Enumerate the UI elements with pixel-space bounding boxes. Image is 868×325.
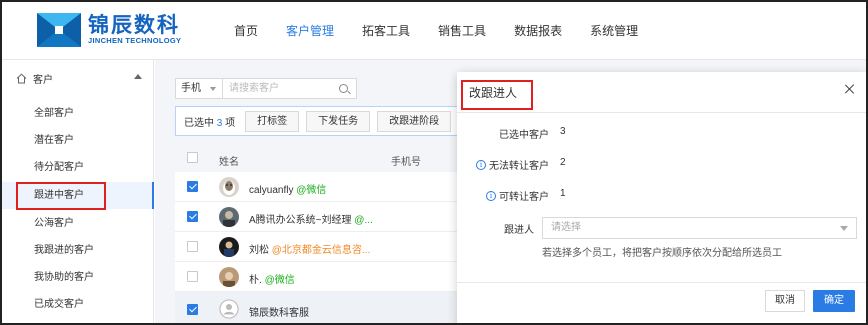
logo-mark-icon xyxy=(36,12,82,48)
top-header: 锦辰数科 JINCHEN TECHNOLOGY 首页 客户管理 拓客工具 销售工… xyxy=(2,2,866,60)
sidebar-item-my-assisted[interactable]: 我协助的客户 xyxy=(2,264,154,291)
confirm-button[interactable]: 确定 xyxy=(813,290,855,312)
main-nav: 首页 客户管理 拓客工具 销售工具 数据报表 系统管理 xyxy=(234,2,666,60)
info-icon[interactable]: i xyxy=(486,190,496,201)
search-icon[interactable] xyxy=(339,84,348,93)
dialog-footer-divider xyxy=(457,282,866,283)
brand-logo[interactable]: 锦辰数科 JINCHEN TECHNOLOGY xyxy=(36,12,181,48)
non-transferable-row: i 无法转让客户 2 xyxy=(457,157,866,172)
assignee-select[interactable]: 请选择 xyxy=(542,217,857,239)
row-checkbox[interactable] xyxy=(187,211,198,222)
transferable-value: 1 xyxy=(560,188,566,199)
change-stage-button[interactable]: 改跟进阶段 xyxy=(377,110,452,132)
change-follower-dialog: 改跟进人 已选中客户 3 i 无法转让客户 2 i 可转让客户 1 跟进人 请选… xyxy=(457,72,866,323)
avatar xyxy=(219,299,239,319)
customer-source-tag: @微信 xyxy=(264,275,295,286)
close-icon[interactable] xyxy=(845,84,855,94)
selected-customers-value: 3 xyxy=(560,126,566,137)
transferable-label-text: 可转让客户 xyxy=(499,192,549,203)
non-transferable-label: i 无法转让客户 xyxy=(476,157,549,172)
chevron-down-icon xyxy=(840,226,848,231)
nav-item-prospecting-tools[interactable]: 拓客工具 xyxy=(362,2,410,60)
avatar xyxy=(219,207,239,227)
nav-item-reports[interactable]: 数据报表 xyxy=(514,2,562,60)
selected-suffix: 项 xyxy=(225,117,236,129)
customer-name-text: calyuanfly xyxy=(249,185,294,196)
highlight-box xyxy=(16,182,106,210)
assignee-hint: 若选择多个员工，将把客户按顺序依次分配给所选员工 xyxy=(542,248,782,259)
chevron-down-icon xyxy=(210,87,216,91)
tag-button[interactable]: 打标签 xyxy=(245,110,300,132)
app-window: 锦辰数科 JINCHEN TECHNOLOGY 首页 客户管理 拓客工具 销售工… xyxy=(0,0,868,325)
sidebar-section-customers[interactable]: 客户 xyxy=(2,60,154,96)
brand-name: 锦辰数科 xyxy=(88,13,180,37)
customer-company-tag: @北京都金云信息咨... xyxy=(271,245,371,256)
transferable-row: i 可转让客户 1 xyxy=(457,188,866,203)
row-checkbox[interactable] xyxy=(187,304,198,315)
selected-customers-label: 已选中客户 xyxy=(499,130,549,141)
customer-source-tag: @... xyxy=(354,215,373,226)
info-icon[interactable]: i xyxy=(476,159,486,170)
nav-item-sales-tools[interactable]: 销售工具 xyxy=(438,2,486,60)
customer-name: 朴. @微信 xyxy=(249,271,295,286)
sidebar-item-all-customers[interactable]: 全部客户 xyxy=(2,100,154,127)
search-placeholder: 请搜索客户 xyxy=(229,83,279,94)
highlight-box xyxy=(461,80,533,110)
assignee-label: 跟进人 xyxy=(504,225,534,236)
non-transferable-label-text: 无法转让客户 xyxy=(489,161,549,172)
customer-name: 刘松 @北京都金云信息咨... xyxy=(249,241,370,256)
sidebar: 客户 全部客户 潜在客户 待分配客户 跟进中客户 公海客户 我跟进的客户 我协助… xyxy=(2,60,154,323)
search-field-value: 手机 xyxy=(181,83,201,94)
customer-name-text: 刘松 xyxy=(249,245,269,256)
collapse-caret-icon[interactable] xyxy=(134,74,142,79)
customer-source-tag: @微信 xyxy=(296,185,327,196)
sidebar-section-label: 客户 xyxy=(33,74,53,86)
selected-count: 3 xyxy=(216,117,223,129)
column-header-phone: 手机号 xyxy=(391,157,421,168)
row-checkbox[interactable] xyxy=(187,181,198,192)
filter-bar: 手机 请搜索客户 xyxy=(175,78,357,99)
sidebar-item-unassigned-customers[interactable]: 待分配客户 xyxy=(2,154,154,181)
row-checkbox[interactable] xyxy=(187,271,198,282)
non-transferable-value: 2 xyxy=(560,157,566,168)
sidebar-item-public-pool[interactable]: 公海客户 xyxy=(2,210,154,237)
selected-prefix: 已选中 xyxy=(184,117,214,129)
nav-item-home[interactable]: 首页 xyxy=(234,2,258,60)
customer-name: 锦辰数科客服 xyxy=(249,308,309,319)
cancel-button[interactable]: 取消 xyxy=(765,290,805,312)
brand-subtitle: JINCHEN TECHNOLOGY xyxy=(88,36,182,45)
assignee-placeholder: 请选择 xyxy=(551,222,581,233)
column-header-name: 姓名 xyxy=(219,157,239,168)
sidebar-item-potential-customers[interactable]: 潜在客户 xyxy=(2,127,154,154)
search-field-select[interactable]: 手机 xyxy=(175,78,223,99)
selected-count-text: 已选中 3 项 xyxy=(184,114,235,129)
sidebar-item-closed-deals[interactable]: 已成交客户 xyxy=(2,291,154,318)
avatar xyxy=(219,267,239,287)
avatar xyxy=(219,237,239,257)
customer-name: calyuanfly @微信 xyxy=(249,181,326,196)
customer-name-text: A腾讯办公系统~刘经理 xyxy=(249,215,352,226)
search-input[interactable]: 请搜索客户 xyxy=(223,78,357,99)
nav-item-system-management[interactable]: 系统管理 xyxy=(590,2,638,60)
dialog-divider xyxy=(457,112,866,113)
row-checkbox[interactable] xyxy=(187,241,198,252)
avatar xyxy=(219,177,239,197)
home-icon xyxy=(16,73,27,83)
assign-task-button[interactable]: 下发任务 xyxy=(306,110,371,132)
nav-item-customer-management[interactable]: 客户管理 xyxy=(286,2,334,60)
sidebar-item-my-following[interactable]: 我跟进的客户 xyxy=(2,237,154,264)
select-all-checkbox[interactable] xyxy=(187,152,198,163)
selected-customers-row: 已选中客户 3 xyxy=(457,126,866,141)
customer-name: A腾讯办公系统~刘经理 @... xyxy=(249,211,373,226)
customer-name-text: 朴. xyxy=(249,275,262,286)
transferable-label: i 可转让客户 xyxy=(486,188,549,203)
